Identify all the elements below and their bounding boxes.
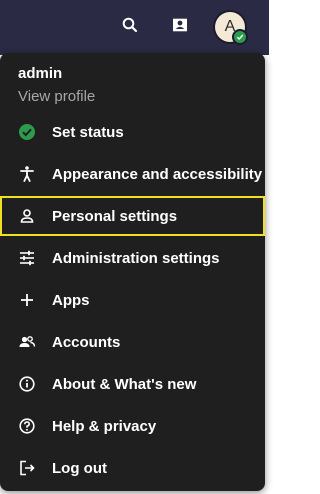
view-profile-link[interactable]: View profile: [18, 88, 95, 105]
avatar-status-icon: [232, 29, 248, 45]
search-icon[interactable]: [117, 12, 143, 38]
menu-item-label: Appearance and accessibility: [52, 165, 263, 183]
person-icon: [17, 206, 37, 226]
menu-item-label: Administration settings: [52, 249, 220, 267]
info-icon: [17, 374, 37, 394]
menu-item-apps[interactable]: Apps: [0, 280, 265, 320]
menu-item-label: Apps: [52, 291, 90, 309]
menu-item-label: Help & privacy: [52, 417, 157, 435]
menu-item-label: Personal settings: [52, 207, 178, 225]
logout-icon: [17, 458, 37, 478]
menu-item-administration-settings[interactable]: Administration settings: [0, 238, 265, 278]
user-name: admin: [18, 65, 63, 82]
avatar[interactable]: A: [215, 12, 248, 45]
user-menu: admin View profile Set status Appearance…: [0, 53, 265, 491]
menu-item-label: Accounts: [52, 333, 121, 351]
contacts-icon[interactable]: [167, 12, 193, 38]
menu-item-help-privacy[interactable]: Help & privacy: [0, 406, 265, 446]
menu-item-log-out[interactable]: Log out: [0, 448, 265, 488]
menu-item-set-status[interactable]: Set status: [0, 112, 265, 152]
menu-item-personal-settings[interactable]: Personal settings: [0, 196, 265, 236]
menu-item-label: Set status: [52, 123, 124, 141]
menu-item-label: About & What's new: [52, 375, 197, 393]
menu-item-accounts[interactable]: Accounts: [0, 322, 265, 362]
help-icon: [17, 416, 37, 436]
menu-item-label: Log out: [52, 459, 107, 477]
top-bar: A: [0, 0, 269, 55]
menu-item-appearance[interactable]: Appearance and accessibility: [0, 154, 265, 194]
plus-icon: [17, 290, 37, 310]
accounts-icon: [17, 332, 37, 352]
accessibility-icon: [17, 164, 37, 184]
status-check-icon: [17, 122, 37, 142]
tune-icon: [17, 248, 37, 268]
menu-item-about[interactable]: About & What's new: [0, 364, 265, 404]
